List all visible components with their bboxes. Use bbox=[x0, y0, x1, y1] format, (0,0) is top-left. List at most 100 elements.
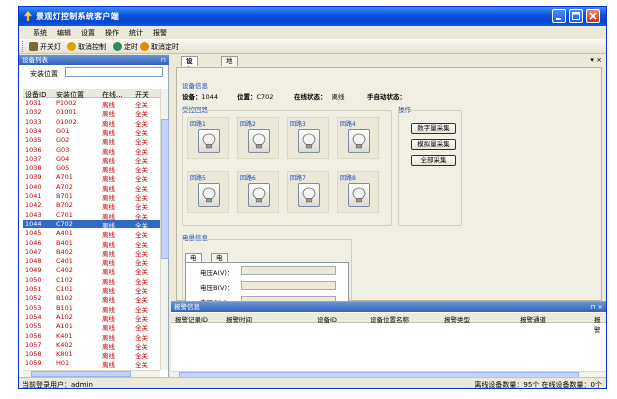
table-row[interactable]: 1055 A101 离线 全关 bbox=[23, 322, 160, 332]
menu-statistics[interactable]: 统计 bbox=[129, 28, 143, 38]
device-id-cell: 1048 bbox=[25, 257, 42, 266]
column-header-alarm-type[interactable]: 报警类型 bbox=[444, 314, 470, 324]
table-row[interactable]: 1050 C102 离线 全关 bbox=[23, 275, 160, 286]
device-location-cell: C101 bbox=[56, 285, 73, 293]
device-location-cell: K402 bbox=[56, 340, 73, 349]
analog-collect-button[interactable]: 模拟量采集 bbox=[411, 139, 456, 150]
device-location-cell: A701 bbox=[56, 173, 73, 182]
device-id-cell: 1046 bbox=[25, 238, 42, 247]
column-header-alarm-id[interactable]: 报警记录ID bbox=[175, 314, 208, 324]
table-row[interactable]: 1045 A401 离线 全关 bbox=[23, 229, 160, 239]
table-row[interactable]: 1043 C701 离线 全关 bbox=[23, 211, 160, 221]
device-id-cell: 1053 bbox=[25, 303, 42, 312]
table-row[interactable]: 1033 01002 离线 全关 bbox=[23, 118, 160, 128]
circuit-lamp-button[interactable] bbox=[248, 183, 270, 207]
table-row[interactable]: 1049 C402 离线 全关 bbox=[23, 266, 160, 276]
tab-device-info[interactable]: 设备信息 bbox=[181, 56, 198, 92]
table-row[interactable]: 1041 B701 离线 全关 bbox=[23, 192, 160, 202]
clock-icon bbox=[113, 42, 122, 51]
table-row[interactable]: 1038 G05 离线 全关 bbox=[23, 164, 160, 174]
toolbar-grip[interactable] bbox=[22, 41, 24, 52]
column-header-alarm-more[interactable]: 报警 bbox=[594, 314, 606, 334]
voltage-a-label: 电压A(V)： bbox=[200, 269, 234, 277]
table-row[interactable]: 1047 B402 离线 全关 bbox=[23, 248, 160, 258]
close-button[interactable] bbox=[586, 9, 600, 23]
column-header-alarm-channel[interactable]: 报警通道 bbox=[520, 314, 546, 324]
device-id-cell: 1049 bbox=[25, 266, 42, 275]
table-row[interactable]: 1044 C702 离线 全关 bbox=[23, 219, 160, 230]
panel-menu-close-icons[interactable]: ▾ × bbox=[590, 56, 602, 64]
menu-operation[interactable]: 操作 bbox=[105, 28, 119, 38]
table-row[interactable]: 1053 B101 离线 全关 bbox=[23, 303, 160, 314]
device-list-title: 设备列表 bbox=[22, 56, 48, 64]
light-bulb-icon bbox=[352, 133, 366, 149]
tab-map[interactable]: 地图 bbox=[221, 56, 238, 74]
table-row[interactable]: 1054 A102 离线 全关 bbox=[23, 312, 160, 323]
tab-current[interactable]: 电流 bbox=[211, 253, 228, 270]
column-header-location-name[interactable]: 设备位置名称 bbox=[370, 314, 409, 324]
circuit-label: 回路8 bbox=[340, 175, 356, 182]
menu-alarm[interactable]: 报警 bbox=[153, 28, 167, 38]
menu-edit[interactable]: 编辑 bbox=[57, 28, 71, 38]
light-bulb-icon bbox=[252, 187, 266, 203]
location-line: 位置：C702 bbox=[237, 91, 273, 101]
pin-icon[interactable]: ⊓ bbox=[161, 55, 166, 65]
light-bulb-icon bbox=[202, 133, 216, 149]
table-row[interactable]: 1052 B102 离线 全关 bbox=[23, 294, 160, 304]
cancel-timer-button[interactable]: 取消定时 bbox=[140, 41, 179, 52]
menu-system[interactable]: 系统 bbox=[33, 28, 47, 38]
circuit-cell: 回路2 bbox=[237, 117, 279, 159]
menu-settings[interactable]: 设置 bbox=[81, 28, 95, 38]
title-bar[interactable]: 景观灯控制系统客户端 bbox=[19, 7, 606, 26]
circuit-cell: 回路5 bbox=[187, 171, 229, 213]
light-switch-button[interactable]: 开关灯 bbox=[29, 41, 61, 52]
circuit-lamp-button[interactable] bbox=[198, 183, 220, 207]
minimize-button[interactable] bbox=[552, 9, 566, 23]
device-id-cell: 1057 bbox=[25, 340, 42, 349]
device-id-cell: 1054 bbox=[25, 312, 42, 321]
table-row[interactable]: 1059 H01 离线 全关 bbox=[23, 359, 160, 369]
device-location-cell: C402 bbox=[56, 266, 73, 275]
circuit-lamp-button[interactable] bbox=[198, 129, 220, 153]
table-row[interactable]: 1057 K402 离线 全关 bbox=[23, 340, 160, 351]
device-location-cell: K401 bbox=[56, 331, 73, 340]
cancel-timer-label: 取消定时 bbox=[151, 42, 179, 51]
table-row[interactable]: 1056 K401 离线 全关 bbox=[23, 331, 160, 342]
table-row[interactable]: 1051 C101 离线 全关 bbox=[23, 285, 160, 295]
table-row[interactable]: 1037 G04 离线 全关 bbox=[23, 155, 160, 165]
device-list-hscrollbar[interactable] bbox=[23, 370, 160, 377]
table-row[interactable]: 1039 A701 离线 全关 bbox=[23, 173, 160, 183]
circuit-lamp-button[interactable] bbox=[298, 183, 320, 207]
table-row[interactable]: 1048 C401 离线 全关 bbox=[23, 257, 160, 267]
pin-close-icons[interactable]: ⊓ × bbox=[590, 302, 603, 312]
cancel-control-button[interactable]: 取消控制 bbox=[67, 41, 106, 52]
table-row[interactable]: 1035 G02 离线 全关 bbox=[23, 136, 160, 146]
table-row[interactable]: 1058 K801 离线 全关 bbox=[23, 350, 160, 360]
device-location-cell: C102 bbox=[56, 275, 73, 284]
digital-collect-button[interactable]: 数字量采集 bbox=[411, 123, 456, 134]
table-row[interactable]: 1036 G03 离线 全关 bbox=[23, 146, 160, 156]
location-filter-input[interactable] bbox=[65, 67, 163, 77]
tab-voltage[interactable]: 电压 bbox=[185, 253, 202, 270]
circuit-lamp-button[interactable] bbox=[298, 129, 320, 153]
table-row[interactable]: 1032 01001 离线 全关 bbox=[23, 108, 160, 118]
device-id-cell: 1039 bbox=[25, 173, 42, 182]
circuit-lamp-button[interactable] bbox=[348, 129, 370, 153]
table-row[interactable]: 1034 G01 离线 全关 bbox=[23, 127, 160, 137]
timer-button[interactable]: 定时 bbox=[113, 41, 138, 52]
scroll-thumb[interactable] bbox=[161, 119, 169, 259]
device-location-cell: B401 bbox=[56, 238, 73, 247]
table-row[interactable]: 1040 A702 离线 全关 bbox=[23, 183, 160, 193]
cancel-control-label: 取消控制 bbox=[78, 42, 106, 51]
table-row[interactable]: 1046 B401 离线 全关 bbox=[23, 238, 160, 249]
device-location-cell: A102 bbox=[56, 312, 73, 321]
circuit-lamp-button[interactable] bbox=[348, 183, 370, 207]
collect-all-button[interactable]: 全部采集 bbox=[411, 155, 456, 166]
table-row[interactable]: 1031 P1002 离线 全关 bbox=[23, 99, 160, 109]
maximize-button[interactable] bbox=[569, 9, 583, 23]
circuit-lamp-button[interactable] bbox=[248, 129, 270, 153]
device-list-vscrollbar[interactable] bbox=[160, 89, 169, 370]
column-header-alarm-time[interactable]: 报警时间 bbox=[226, 314, 252, 324]
table-row[interactable]: 1042 B702 离线 全关 bbox=[23, 201, 160, 211]
column-header-device-id[interactable]: 设备ID bbox=[317, 314, 337, 324]
